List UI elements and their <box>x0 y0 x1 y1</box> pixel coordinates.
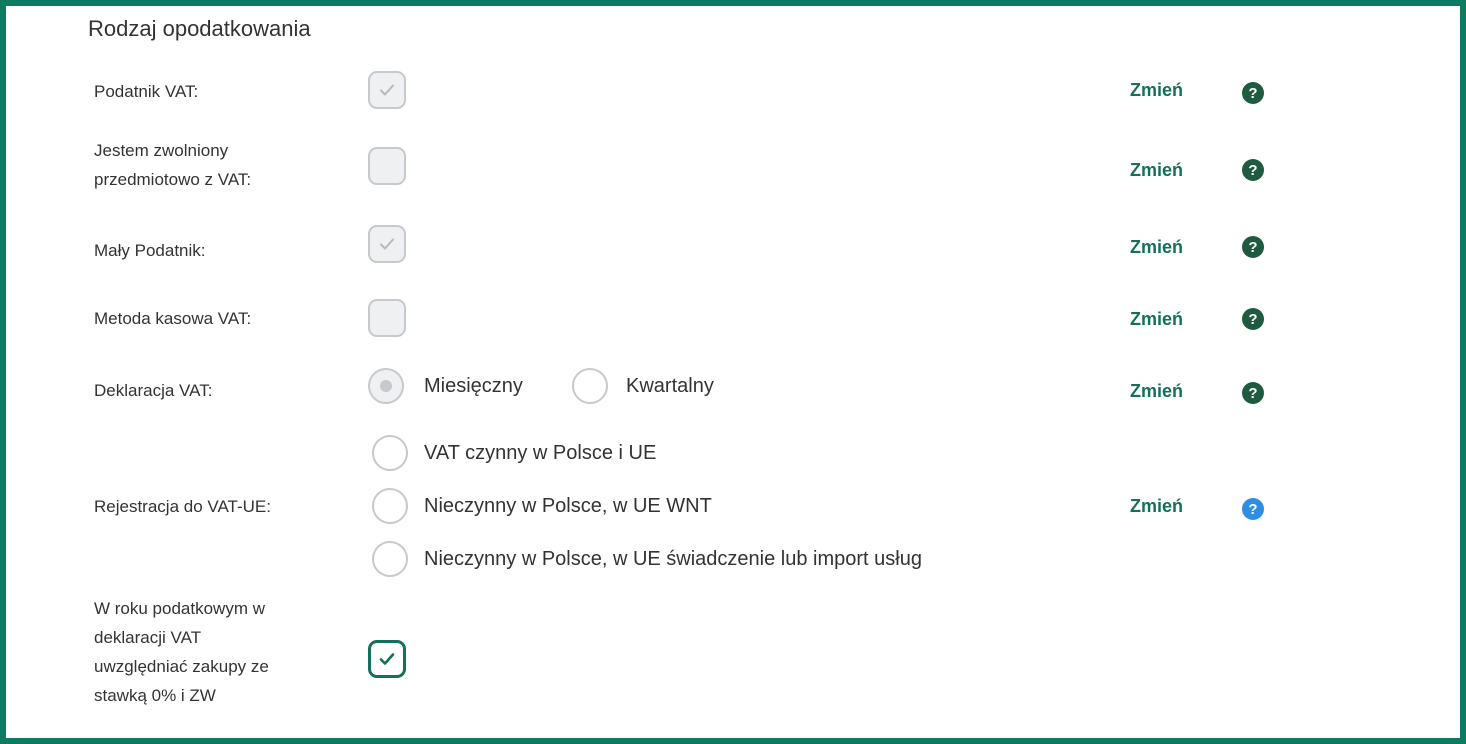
exempt-checkbox[interactable] <box>368 147 406 185</box>
small-payer-change-link[interactable]: Zmień <box>1130 237 1183 258</box>
section-title: Rodzaj opodatkowania <box>88 16 311 41</box>
help-icon[interactable]: ? <box>1242 308 1264 330</box>
declaration-label: Deklaracja VAT: <box>94 381 213 400</box>
help-icon[interactable]: ? <box>1242 382 1264 404</box>
declaration-change-link[interactable]: Zmień <box>1130 381 1183 402</box>
small-payer-checkbox[interactable] <box>368 225 406 263</box>
declaration-quarterly-radio[interactable] <box>572 368 608 404</box>
cash-method-checkbox[interactable] <box>368 299 406 337</box>
eu-inactive-wnt-label: Nieczynny w Polsce, w UE WNT <box>424 495 712 517</box>
exempt-change-link[interactable]: Zmień <box>1130 160 1183 181</box>
check-icon <box>380 238 394 250</box>
declaration-quarterly-label: Kwartalny <box>626 375 714 397</box>
help-icon[interactable]: ? <box>1242 82 1264 104</box>
declaration-monthly-label: Miesięczny <box>424 375 523 397</box>
eu-registration-change-link[interactable]: Zmień <box>1130 496 1183 517</box>
exempt-label: Jestem zwolniony przedmiotowo z VAT: <box>94 136 251 194</box>
zero-rate-checkbox[interactable] <box>368 640 406 678</box>
eu-inactive-services-radio[interactable] <box>372 541 408 577</box>
vat-payer-change-link[interactable]: Zmień <box>1130 80 1183 101</box>
help-icon[interactable]: ? <box>1242 498 1264 520</box>
eu-inactive-wnt-radio[interactable] <box>372 488 408 524</box>
zero-rate-label-line4: stawką 0% i ZW <box>94 686 216 705</box>
help-icon[interactable]: ? <box>1242 236 1264 258</box>
taxation-panel: Rodzaj opodatkowania Podatnik VAT: Zmień… <box>0 0 1466 744</box>
eu-active-label: VAT czynny w Polsce i UE <box>424 442 657 464</box>
zero-rate-label-line1: W roku podatkowym w <box>94 599 265 618</box>
eu-inactive-services-label: Nieczynny w Polsce, w UE świadczenie lub… <box>424 548 922 570</box>
zero-rate-label-line2: deklaracji VAT <box>94 628 202 647</box>
eu-active-radio[interactable] <box>372 435 408 471</box>
radio-dot <box>380 380 392 392</box>
zero-rate-label-line3: uwzględniać zakupy ze <box>94 657 269 676</box>
small-payer-label: Mały Podatnik: <box>94 241 206 260</box>
help-icon[interactable]: ? <box>1242 159 1264 181</box>
eu-registration-label: Rejestracja do VAT-UE: <box>94 497 271 516</box>
cash-method-change-link[interactable]: Zmień <box>1130 309 1183 330</box>
zero-rate-label: W roku podatkowym w deklaracji VAT uwzgl… <box>94 594 269 710</box>
vat-payer-label: Podatnik VAT: <box>94 82 199 101</box>
vat-payer-checkbox[interactable] <box>368 71 406 109</box>
check-icon <box>380 84 394 96</box>
cash-method-label: Metoda kasowa VAT: <box>94 309 252 328</box>
exempt-label-line2: przedmiotowo z VAT: <box>94 170 252 189</box>
exempt-label-line1: Jestem zwolniony <box>94 141 229 160</box>
declaration-monthly-radio[interactable] <box>368 368 404 404</box>
check-icon <box>379 653 395 665</box>
